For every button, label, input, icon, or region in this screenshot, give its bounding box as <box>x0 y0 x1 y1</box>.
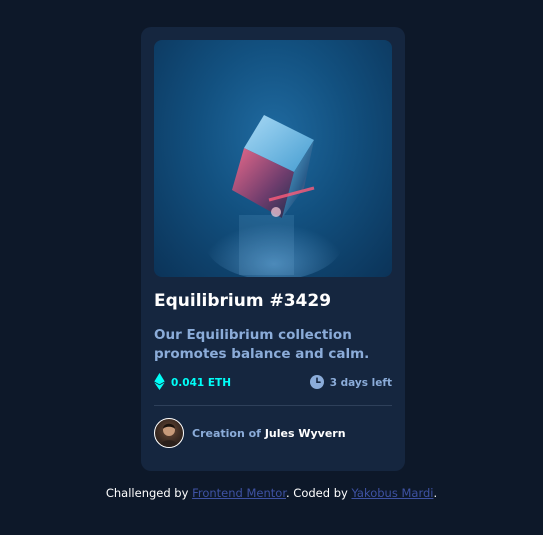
price: 0.041 ETH <box>154 373 231 393</box>
nft-title[interactable]: Equilibrium #3429 <box>154 291 331 311</box>
clock-icon <box>309 374 324 392</box>
price-value: 0.041 ETH <box>171 377 231 389</box>
nft-card: Equilibrium #3429 Our Equilibrium collec… <box>141 27 405 471</box>
coder-link[interactable]: Yakobus Mardi <box>351 486 433 500</box>
card-divider <box>154 405 392 406</box>
equilibrium-image[interactable] <box>154 40 392 277</box>
attribution-middle: . Coded by <box>286 486 348 500</box>
attribution-suffix: . <box>433 486 438 500</box>
attribution: Challenged by Frontend Mentor. Coded by … <box>0 486 543 500</box>
creator-name[interactable]: Jules Wyvern <box>265 427 346 440</box>
time-remaining: 3 days left <box>309 374 392 392</box>
creator-prefix: Creation of <box>192 426 261 440</box>
ethereum-icon <box>154 373 165 393</box>
cube-illustration <box>204 115 344 277</box>
attribution-prefix: Challenged by <box>105 486 189 500</box>
time-left-value: 3 days left <box>329 377 392 389</box>
nft-description: Our Equilibrium collection promotes bala… <box>154 327 370 362</box>
frontend-mentor-link[interactable]: Frontend Mentor <box>192 486 286 500</box>
avatar <box>154 418 184 448</box>
nft-stats: 0.041 ETH 3 days left <box>154 373 392 393</box>
creator-info: Creation of Jules Wyvern <box>154 417 346 449</box>
